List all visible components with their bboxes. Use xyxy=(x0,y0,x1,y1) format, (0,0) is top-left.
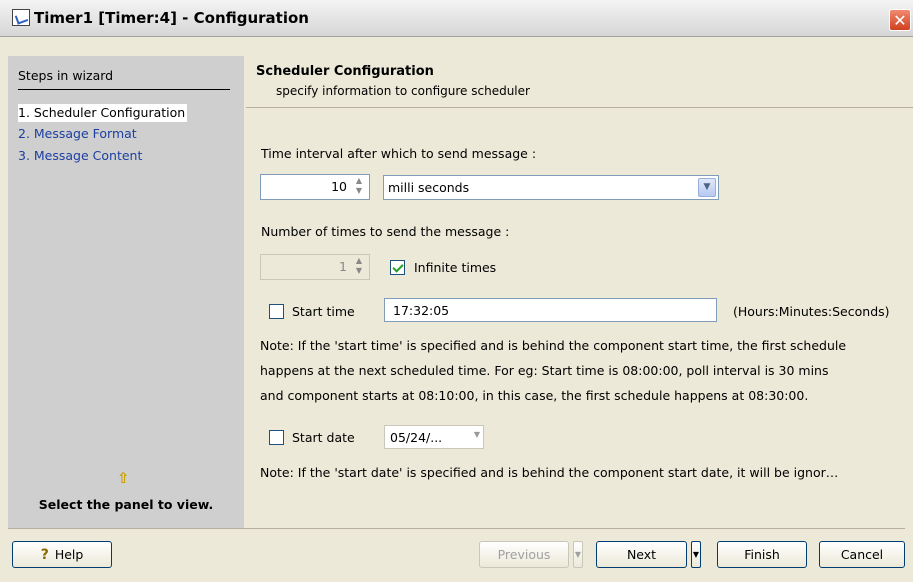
previous-history-button[interactable]: ▼ xyxy=(573,541,583,568)
help-icon: ? xyxy=(40,547,49,563)
next-history-button[interactable]: ▼ xyxy=(691,541,701,568)
cancel-button[interactable]: Cancel xyxy=(819,541,905,568)
previous-button[interactable]: Previous xyxy=(479,541,569,568)
interval-unit-value: milli seconds xyxy=(388,180,470,195)
infinite-times-label: Infinite times xyxy=(414,260,497,275)
step-message-format[interactable]: 2. Message Format xyxy=(18,125,137,143)
interval-value: 10 xyxy=(331,179,347,194)
select-panel-hint: Select the panel to view. xyxy=(38,497,214,512)
step-scheduler-configuration[interactable]: 1. Scheduler Configuration xyxy=(18,104,188,122)
interval-spinner[interactable]: 10 ▲ ▼ xyxy=(260,174,370,200)
configuration-dialog: Timer1 [Timer:4] - Configuration ✕ Steps… xyxy=(0,0,913,582)
app-icon xyxy=(12,9,30,26)
title-bar[interactable]: Timer1 [Timer:4] - Configuration ✕ xyxy=(0,0,913,37)
times-spinner[interactable]: 1 ▲ ▼ xyxy=(260,254,370,280)
help-button[interactable]: ? Help xyxy=(12,541,112,568)
footer-divider xyxy=(8,528,905,529)
finish-label: Finish xyxy=(744,547,780,562)
sidebar-heading: Steps in wizard xyxy=(18,68,114,83)
start-time-checkbox[interactable] xyxy=(269,304,284,319)
start-time-field[interactable]: 17:32:05 xyxy=(384,298,717,322)
chevron-down-icon: ▼ xyxy=(574,550,582,559)
note-line: and component starts at 08:10:00, in thi… xyxy=(260,388,809,403)
spinner-arrows-icon[interactable]: ▲ ▼ xyxy=(351,256,367,278)
start-date-value: 05/24/... xyxy=(390,430,443,445)
start-date-picker[interactable]: 05/24/... ▼ xyxy=(384,425,484,449)
spinner-arrows-icon[interactable]: ▲ ▼ xyxy=(351,176,367,198)
help-label: Help xyxy=(54,547,84,562)
page-subtitle: specify information to configure schedul… xyxy=(276,84,530,98)
chevron-down-icon[interactable]: ▼ xyxy=(698,178,716,197)
start-date-label: Start date xyxy=(292,430,355,445)
next-button[interactable]: Next xyxy=(596,541,687,568)
times-value: 1 xyxy=(339,259,347,274)
start-time-value: 17:32:05 xyxy=(393,303,450,318)
chevron-down-icon[interactable]: ▼ xyxy=(474,430,480,439)
start-time-label: Start time xyxy=(292,304,355,319)
note-line: Note: If the 'start time' is specified a… xyxy=(260,338,847,353)
finish-button[interactable]: Finish xyxy=(717,541,807,568)
close-button[interactable]: ✕ xyxy=(889,9,911,31)
next-label: Next xyxy=(626,547,657,562)
chevron-down-icon: ▼ xyxy=(692,550,700,559)
close-icon: ✕ xyxy=(893,11,907,30)
main-panel xyxy=(246,56,913,528)
previous-label: Previous xyxy=(497,547,551,562)
page-title: Scheduler Configuration xyxy=(256,64,434,79)
note-line: happens at the next scheduled time. For … xyxy=(260,363,829,378)
cancel-label: Cancel xyxy=(840,547,884,562)
start-time-note: Note: If the 'start time' is specified a… xyxy=(260,333,910,408)
times-label: Number of times to send the message : xyxy=(261,224,510,239)
start-date-checkbox[interactable] xyxy=(269,430,284,445)
start-date-note: Note: If the 'start date' is specified a… xyxy=(260,465,839,480)
window-title: Timer1 [Timer:4] - Configuration xyxy=(34,9,309,27)
infinite-times-checkbox[interactable] xyxy=(390,260,405,275)
up-arrow-icon: ⇧ xyxy=(117,469,130,487)
interval-label: Time interval after which to send messag… xyxy=(261,146,537,161)
interval-unit-select[interactable]: milli seconds ▼ xyxy=(383,175,719,200)
sidebar-divider xyxy=(18,89,230,90)
start-time-format-hint: (Hours:Minutes:Seconds) xyxy=(733,304,890,319)
step-message-content[interactable]: 3. Message Content xyxy=(18,147,142,165)
